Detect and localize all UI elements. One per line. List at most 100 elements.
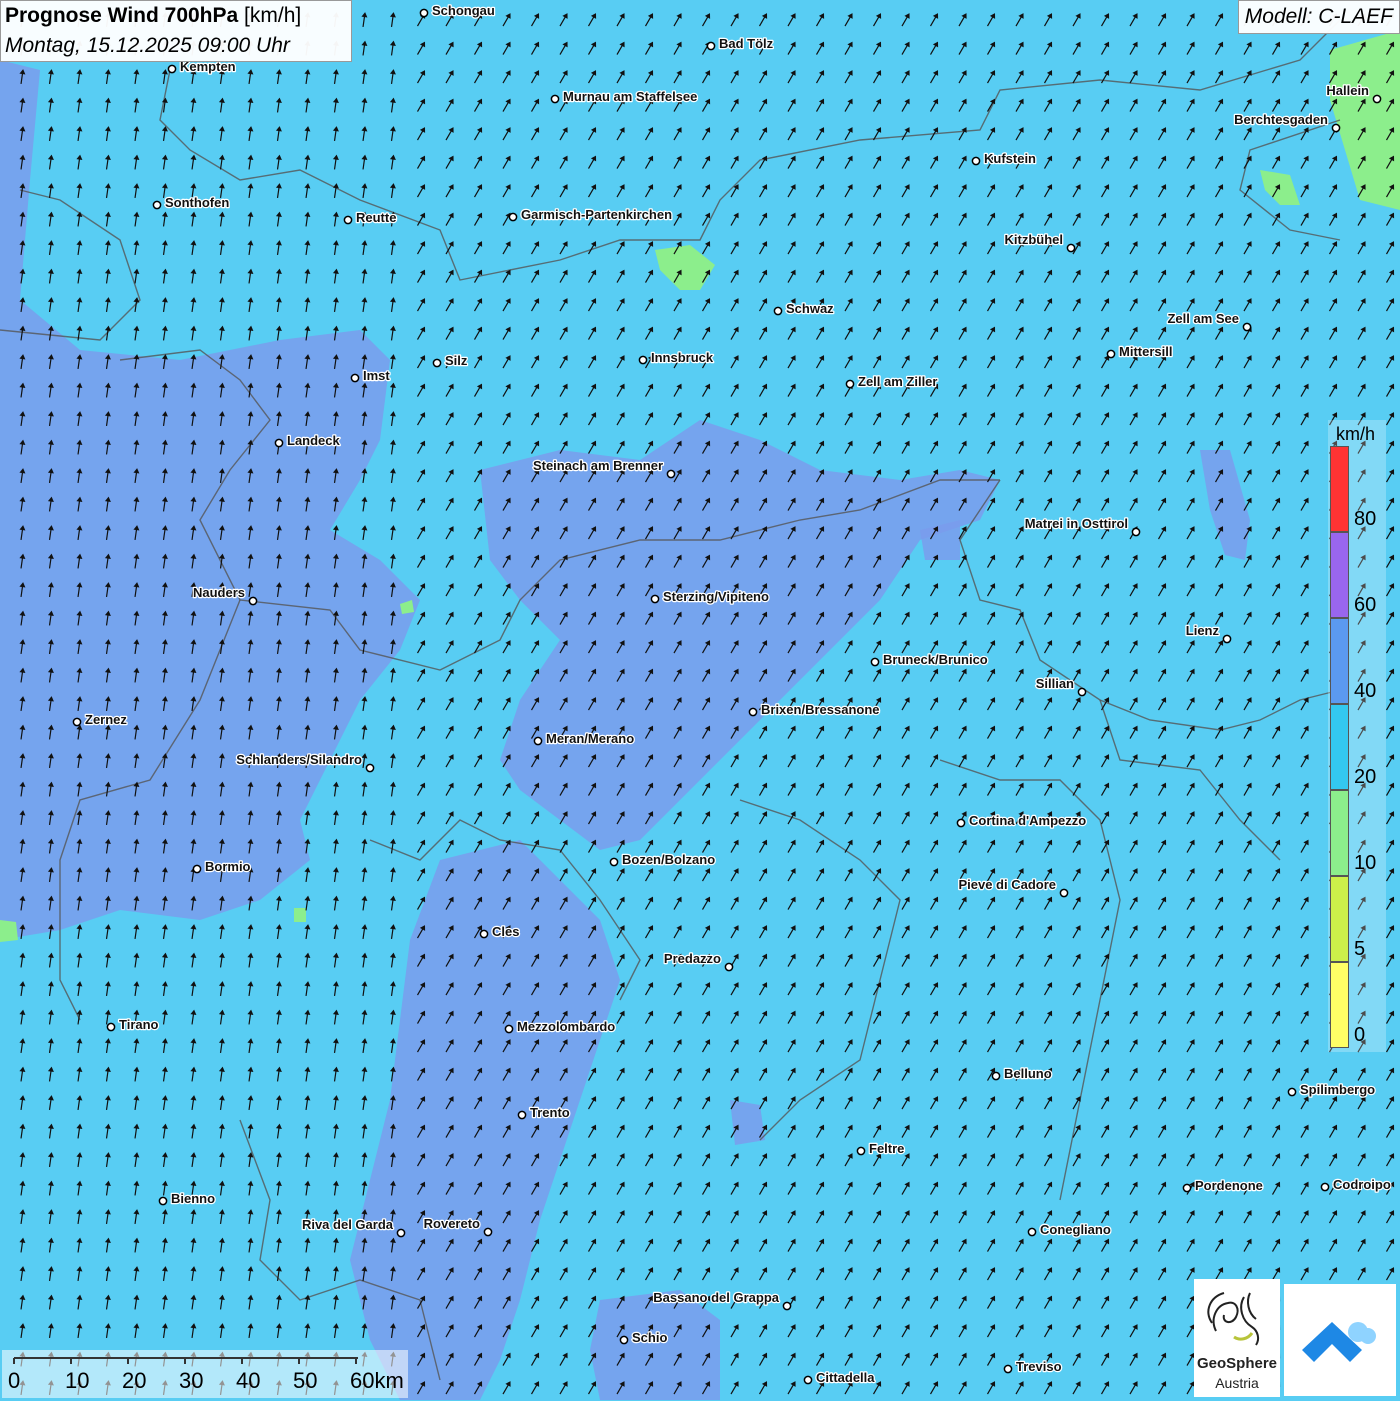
city-label: Mittersill xyxy=(1119,344,1172,359)
city-label: Kitzbühel xyxy=(1005,232,1064,247)
city-label: Bienno xyxy=(171,1191,215,1206)
weather-app-logo xyxy=(1284,1284,1396,1396)
city-label: Steinach am Brenner xyxy=(533,458,663,473)
scale-label: 30 xyxy=(179,1368,204,1393)
city-schongau: Schongau xyxy=(419,2,496,19)
city-label: Schwaz xyxy=(786,301,834,316)
scale-bar-ruler xyxy=(13,1357,358,1364)
city-bozen-bolzano: Bozen/Bolzano xyxy=(609,851,716,868)
city-garmisch-partenkirchen: Garmisch-Partenkirchen xyxy=(508,206,673,223)
legend-label: 20 xyxy=(1354,766,1377,788)
city-label: Predazzo xyxy=(664,951,721,966)
city-cittadella: Cittadella xyxy=(803,1369,877,1386)
city-pordenone: Pordenone xyxy=(1182,1177,1264,1194)
legend-swatch xyxy=(1330,446,1349,532)
city-bruneck-brunico: Bruneck/Brunico xyxy=(870,651,989,668)
geosphere-logo-subtext: Austria xyxy=(1215,1375,1259,1391)
city-label: Pieve di Cadore xyxy=(958,877,1056,892)
city-label: Codroipo xyxy=(1333,1177,1391,1192)
city-innsbruck: Innsbruck xyxy=(638,349,715,366)
city-label: Bormio xyxy=(205,859,251,874)
city-label: Rovereto xyxy=(424,1216,480,1231)
city-label: Meran/Merano xyxy=(546,731,634,746)
city-label: Riva del Garda xyxy=(302,1217,394,1232)
geosphere-logo-icon xyxy=(1207,1292,1260,1346)
forecast-datetime: Montag, 15.12.2025 09:00 Uhr xyxy=(5,34,290,57)
scale-label: 10 xyxy=(65,1368,90,1393)
city-spilimbergo: Spilimbergo xyxy=(1287,1081,1376,1098)
legend-label: 10 xyxy=(1354,852,1377,874)
city-conegliano: Conegliano xyxy=(1027,1221,1112,1238)
title-main: Prognose Wind 700hPa xyxy=(5,4,239,27)
city-label: Schongau xyxy=(432,3,495,18)
city-murnau-am-staffelsee: Murnau am Staffelsee xyxy=(550,88,699,105)
city-label: Sterzing/Vipiteno xyxy=(663,589,769,604)
city-meran-merano: Meran/Merano xyxy=(533,730,635,747)
legend-swatch xyxy=(1330,790,1349,876)
city-cortina-d-ampezzo: Cortina d'Ampezzo xyxy=(956,812,1088,829)
city-label: Feltre xyxy=(869,1141,904,1156)
city-label: Matrei in Osttirol xyxy=(1025,516,1128,531)
city-label: Schlanders/Silandro xyxy=(236,752,362,767)
legend-unit: km/h xyxy=(1336,424,1376,444)
city-label: Trento xyxy=(530,1105,570,1120)
city-label: Hallein xyxy=(1326,83,1369,98)
city-label: Kufstein xyxy=(984,151,1036,166)
title-unit: [km/h] xyxy=(238,4,302,27)
city-label: Landeck xyxy=(287,433,341,448)
legend-label: 0 xyxy=(1354,1024,1366,1046)
scale-label: 20 xyxy=(122,1368,147,1393)
city-label: Nauders xyxy=(193,585,245,600)
city-label: Pordenone xyxy=(1195,1178,1263,1193)
legend-swatch xyxy=(1330,532,1349,618)
color-legend: km/h 0 5 10 20 40 60 80 xyxy=(1328,420,1386,1052)
model-label: Modell: C-LAEF xyxy=(1237,0,1400,34)
city-label: Bozen/Bolzano xyxy=(622,852,715,867)
city-label: Berchtesgaden xyxy=(1234,112,1328,127)
legend-swatch xyxy=(1330,618,1349,704)
geosphere-logo-text: GeoSphere xyxy=(1196,1355,1278,1372)
city-label: Silz xyxy=(445,353,468,368)
geosphere-logo: GeoSphere Austria xyxy=(1194,1279,1280,1397)
city-label: Murnau am Staffelsee xyxy=(563,89,697,104)
city-label: Schio xyxy=(632,1330,667,1345)
city-label: Sillian xyxy=(1036,676,1074,691)
city-label: Reutte xyxy=(356,210,396,225)
city-sonthofen: Sonthofen xyxy=(152,194,231,211)
legend-label: 60 xyxy=(1354,594,1377,616)
city-sterzing-vipiteno: Sterzing/Vipiteno xyxy=(650,588,770,605)
city-label: Conegliano xyxy=(1040,1222,1111,1237)
city-label: Cortina d'Ampezzo xyxy=(969,813,1086,828)
city-label: Zernez xyxy=(85,712,127,727)
city-label: Brixen/Bressanone xyxy=(761,702,880,717)
wind-map: SchongauBad TölzKemptenMurnau am Staffel… xyxy=(0,0,1400,1400)
city-label: Zell am Ziller xyxy=(858,374,937,389)
scale-label: 50 xyxy=(293,1368,318,1393)
city-label: Mezzolombardo xyxy=(517,1019,615,1034)
city-label: Treviso xyxy=(1016,1359,1062,1374)
city-label: Spilimbergo xyxy=(1300,1082,1375,1097)
city-label: Imst xyxy=(363,368,390,383)
legend-swatch xyxy=(1330,876,1349,962)
scale-label: 0 xyxy=(8,1368,21,1393)
city-label: Bassano del Grappa xyxy=(653,1290,779,1305)
app-logo-icon xyxy=(1302,1322,1376,1362)
city-label: Cittadella xyxy=(816,1370,875,1385)
legend-label: 80 xyxy=(1354,508,1377,530)
title-box: Prognose Wind 700hPa [km/h] Montag, 15.1… xyxy=(0,0,352,62)
scale-bar: 0 10 20 30 40 50 60km xyxy=(2,1350,408,1398)
scale-label: 60km xyxy=(350,1368,404,1393)
city-label: Bad Tölz xyxy=(719,36,774,51)
city-label: Sonthofen xyxy=(165,195,229,210)
city-label: Zell am See xyxy=(1167,311,1239,326)
city-label: Bruneck/Brunico xyxy=(883,652,988,667)
legend-label: 40 xyxy=(1354,680,1377,702)
scale-label: 40 xyxy=(236,1368,261,1393)
city-label: Garmisch-Partenkirchen xyxy=(521,207,672,222)
city-label: Cles xyxy=(492,924,519,939)
city-label: Innsbruck xyxy=(651,350,714,365)
map-title: Prognose Wind 700hPa [km/h] xyxy=(5,4,301,28)
city-brixen-bressanone: Brixen/Bressanone xyxy=(748,701,881,718)
city-label: Belluno xyxy=(1004,1066,1052,1081)
city-label: Lienz xyxy=(1186,623,1220,638)
